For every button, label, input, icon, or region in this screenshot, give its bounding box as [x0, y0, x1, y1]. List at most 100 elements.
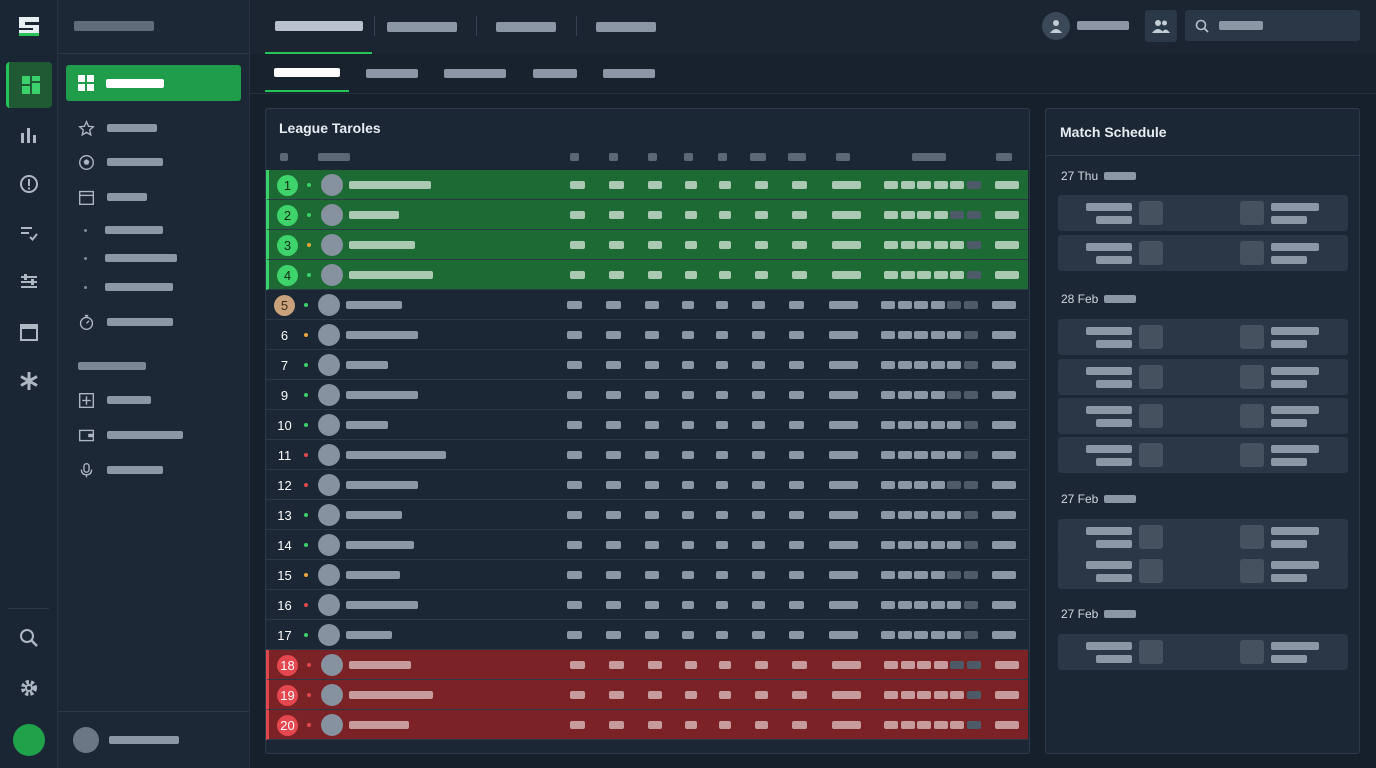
column-header[interactable]	[996, 153, 1012, 161]
sidebar-subitem[interactable]	[84, 277, 173, 297]
column-header[interactable]	[750, 153, 766, 161]
sidebar-item-add[interactable]	[78, 383, 238, 417]
match-card[interactable]	[1058, 634, 1348, 670]
friends-button[interactable]	[1145, 10, 1177, 42]
team-name[interactable]	[349, 211, 399, 219]
sidebar-footer[interactable]	[58, 711, 249, 768]
column-header[interactable]	[648, 153, 657, 161]
user-avatar[interactable]	[13, 724, 45, 756]
sub-tab-1[interactable]	[265, 54, 349, 92]
table-row[interactable]: 5	[266, 290, 1028, 320]
table-row[interactable]: 9	[266, 380, 1028, 410]
rail-filters[interactable]	[6, 259, 52, 305]
stat-cell	[752, 361, 765, 369]
table-row[interactable]: 10	[266, 410, 1028, 440]
team-name[interactable]	[349, 721, 409, 729]
sidebar-item-overview[interactable]	[66, 65, 241, 101]
match-card[interactable]	[1058, 319, 1348, 355]
logo-icon[interactable]	[16, 14, 42, 38]
rail-tasks[interactable]	[6, 210, 52, 256]
table-row[interactable]: 20	[266, 710, 1028, 740]
profile-avatar[interactable]	[73, 727, 99, 753]
team-name[interactable]	[346, 511, 402, 519]
table-row[interactable]: 18	[266, 650, 1028, 680]
table-row[interactable]: 19	[266, 680, 1028, 710]
column-header[interactable]	[718, 153, 727, 161]
team-name[interactable]	[346, 571, 400, 579]
table-row[interactable]: 17	[266, 620, 1028, 650]
column-header[interactable]	[570, 153, 579, 161]
form-indicator	[917, 241, 931, 249]
position-badge: 16	[277, 598, 292, 613]
team-name[interactable]	[346, 421, 388, 429]
rail-calendar[interactable]	[6, 309, 52, 355]
sub-tab-3[interactable]	[444, 54, 506, 92]
account-button[interactable]	[1042, 12, 1070, 40]
rail-extras[interactable]	[6, 358, 52, 404]
table-row[interactable]: 13	[266, 500, 1028, 530]
top-tab-2[interactable]	[387, 0, 457, 54]
rail-info[interactable]	[6, 161, 52, 207]
rail-stats[interactable]	[6, 112, 52, 158]
column-header[interactable]	[318, 153, 350, 161]
team-name[interactable]	[346, 601, 418, 609]
sidebar-item-podcast[interactable]	[78, 453, 238, 487]
sidebar-item-wallet[interactable]	[78, 418, 238, 452]
home-team-name	[1086, 561, 1132, 569]
rail-dashboard[interactable]	[6, 62, 52, 108]
team-name[interactable]	[346, 391, 418, 399]
table-row[interactable]: 2	[266, 200, 1028, 230]
sub-tab-4[interactable]	[533, 54, 577, 92]
match-card[interactable]	[1058, 437, 1348, 473]
sidebar-item-live[interactable]	[78, 305, 238, 339]
team-name[interactable]	[346, 301, 402, 309]
sidebar-subitem[interactable]	[84, 220, 163, 240]
sidebar-subitem[interactable]	[84, 248, 177, 268]
match-card[interactable]	[1058, 398, 1348, 434]
table-row[interactable]: 11	[266, 440, 1028, 470]
table-row[interactable]: 3	[266, 230, 1028, 260]
table-row[interactable]: 12	[266, 470, 1028, 500]
match-card[interactable]	[1058, 235, 1348, 271]
table-row[interactable]: 14	[266, 530, 1028, 560]
table-row[interactable]: 7	[266, 350, 1028, 380]
search-input[interactable]	[1185, 10, 1360, 41]
column-header[interactable]	[788, 153, 806, 161]
column-header[interactable]	[836, 153, 850, 161]
match-card[interactable]	[1058, 195, 1348, 231]
match-card[interactable]	[1058, 519, 1348, 555]
team-name[interactable]	[346, 481, 418, 489]
rail-settings[interactable]	[6, 665, 52, 711]
table-row[interactable]: 15	[266, 560, 1028, 590]
team-name[interactable]	[349, 661, 411, 669]
column-header[interactable]	[609, 153, 618, 161]
team-name[interactable]	[346, 451, 446, 459]
match-card[interactable]	[1058, 553, 1348, 589]
team-name[interactable]	[346, 361, 388, 369]
team-name[interactable]	[349, 181, 431, 189]
rail-search[interactable]	[6, 615, 52, 661]
match-card[interactable]	[1058, 359, 1348, 395]
table-row[interactable]: 6	[266, 320, 1028, 350]
sub-tab-2[interactable]	[366, 54, 418, 92]
column-header[interactable]	[912, 153, 946, 161]
table-row[interactable]: 1	[266, 170, 1028, 200]
team-name[interactable]	[349, 241, 415, 249]
sidebar-item-calendar[interactable]	[78, 180, 238, 214]
top-tab-3[interactable]	[496, 0, 556, 54]
sub-tab-5[interactable]	[603, 54, 655, 92]
table-row[interactable]: 4	[266, 260, 1028, 290]
sidebar-item-football[interactable]	[78, 145, 238, 179]
top-tab-1[interactable]	[265, 0, 372, 54]
table-row[interactable]: 16	[266, 590, 1028, 620]
team-name[interactable]	[349, 271, 433, 279]
team-name[interactable]	[346, 331, 418, 339]
sidebar-item-favourites[interactable]	[78, 111, 238, 145]
top-tab-4[interactable]	[596, 0, 656, 54]
column-header[interactable]	[280, 153, 288, 161]
team-name[interactable]	[346, 541, 414, 549]
team-name[interactable]	[346, 631, 392, 639]
sub-tab-label	[533, 68, 577, 78]
team-name[interactable]	[349, 691, 433, 699]
column-header[interactable]	[684, 153, 693, 161]
